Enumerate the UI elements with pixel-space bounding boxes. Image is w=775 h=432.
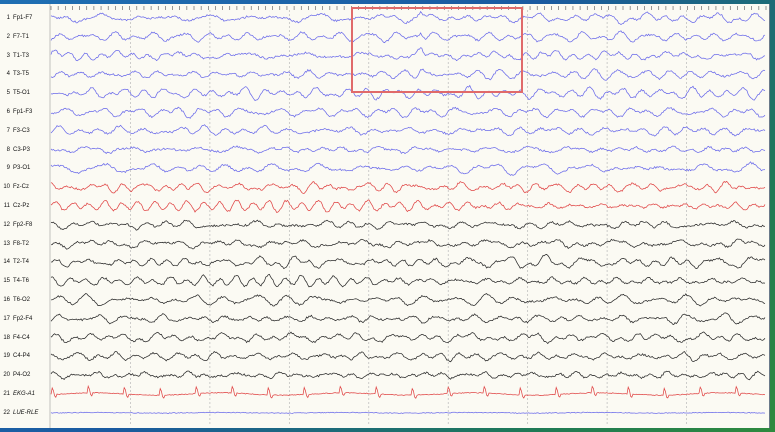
trace-fp2-f8 (50, 219, 766, 231)
channel-name: T6-O2 (13, 297, 31, 303)
eeg-panel: 1 Fp1-F7 2 F7-T1 3 T1-T3 4 T3-T5 5 T5-O1 6 Fp1-F3 7 F… (0, 4, 770, 428)
channel-number: 18 (3, 334, 10, 341)
channel-name: T2-T4 (13, 259, 30, 266)
channel-number: 6 (6, 109, 10, 115)
channel-label: 14 T2-T4 (2, 257, 29, 267)
channel-number: 11 (3, 203, 10, 209)
channel-number: 9 (6, 165, 10, 172)
trace-cz-pz (50, 199, 766, 213)
channel-name: T3-T5 (13, 71, 30, 78)
trace-c4-p4 (50, 350, 766, 363)
channel-label: 18 F4-C4 (2, 333, 30, 343)
channel-number: 13 (3, 240, 10, 247)
channel-name: Fz-Cz (13, 184, 29, 191)
channel-number: 14 (3, 259, 10, 266)
channel-number: 22 (3, 409, 10, 416)
channel-name: C3-P3 (13, 146, 31, 153)
trace-f3-c3 (50, 124, 766, 137)
channel-number: 20 (3, 372, 10, 379)
trace-t3-t5 (50, 68, 766, 81)
channel-name: F4-C4 (13, 334, 30, 341)
channel-number: 16 (3, 297, 10, 303)
channel-number: 3 (6, 52, 10, 59)
channel-number: 12 (3, 221, 10, 228)
channel-label: 3 T1-T3 (2, 51, 29, 61)
channel-name: Fp1-F7 (13, 15, 33, 21)
channel-label: 7 F3-C3 (2, 126, 30, 136)
trace-ekg-a1 (50, 384, 766, 399)
channel-number: 15 (3, 278, 10, 285)
trace-f4-c4 (50, 331, 766, 345)
channel-name: F3-C3 (13, 127, 30, 134)
channel-number: 7 (6, 127, 10, 134)
trace-p3-o1 (50, 161, 766, 176)
trace-t2-t4 (50, 254, 766, 270)
channel-label: 10 Fz-Cz (2, 182, 29, 192)
channel-label: 22 LUE-RLE (2, 408, 38, 418)
channel-label: 20 P4-O2 (2, 370, 30, 380)
channel-label: 21 EKG-A1 (2, 389, 35, 399)
trace-lue-rle (50, 411, 766, 414)
eeg-waveform-chart (49, 4, 767, 428)
channel-label: 8 C3-P3 (2, 145, 30, 155)
trace-f8-t2 (50, 238, 766, 250)
channel-number: 19 (3, 353, 10, 360)
channel-name: C4-P4 (13, 353, 31, 360)
channel-label: 19 C4-P4 (2, 351, 30, 361)
trace-t4-t6 (50, 273, 766, 288)
channel-number: 5 (6, 90, 10, 97)
channel-number: 4 (6, 71, 10, 78)
channel-label: 2 F7-T1 (2, 32, 29, 42)
trace-fz-cz (50, 180, 766, 194)
channel-label: 15 T4-T6 (2, 276, 29, 286)
channel-name: LUE-RLE (13, 409, 39, 416)
channel-name: T5-O1 (13, 90, 31, 97)
channel-number: 2 (6, 33, 10, 40)
channel-number: 1 (6, 15, 10, 21)
channel-label-column: 1 Fp1-F7 2 F7-T1 3 T1-T3 4 T3-T5 5 T5-O1 6 Fp1-F3 7 F… (0, 4, 48, 428)
trace-t5-o1 (50, 84, 766, 101)
channel-label: 1 Fp1-F7 (2, 13, 33, 23)
channel-label: 11 Cz-Pz (2, 201, 30, 211)
channel-number: 17 (3, 315, 10, 322)
channel-label: 4 T3-T5 (2, 69, 29, 79)
channel-name: Cz-Pz (13, 203, 30, 209)
channel-name: EKG-A1 (13, 391, 36, 397)
channel-name: T4-T6 (13, 278, 30, 285)
channel-name: Fp1-F3 (13, 109, 33, 115)
channel-label: 9 P3-O1 (2, 163, 31, 173)
channel-number: 21 (3, 391, 10, 397)
trace-f7-t1 (50, 30, 766, 44)
channel-label: 17 Fp2-F4 (2, 314, 32, 324)
channel-name: P4-O2 (13, 372, 31, 379)
channel-label: 5 T5-O1 (2, 88, 30, 98)
channel-label: 6 Fp1-F3 (2, 107, 33, 117)
channel-label: 12 Fp2-F8 (2, 220, 32, 230)
channel-label: 16 T6-O2 (2, 295, 30, 305)
channel-number: 8 (6, 146, 10, 153)
channel-name: F7-T1 (13, 33, 30, 40)
trace-p4-o2 (50, 370, 766, 381)
trace-t1-t3 (50, 47, 766, 62)
channel-number: 10 (3, 184, 10, 191)
channel-name: P3-O1 (13, 165, 31, 172)
channel-name: T1-T3 (13, 52, 30, 59)
channel-name: F8-T2 (13, 240, 30, 247)
trace-fp1-f3 (50, 106, 766, 119)
trace-fp2-f4 (50, 312, 766, 326)
channel-label: 13 F8-T2 (2, 239, 29, 249)
trace-t6-o2 (50, 292, 766, 307)
channel-name: Fp2-F4 (13, 315, 33, 322)
trace-fp1-f7 (50, 10, 766, 26)
channel-name: Fp2-F8 (13, 221, 33, 228)
trace-c3-p3 (50, 145, 766, 155)
